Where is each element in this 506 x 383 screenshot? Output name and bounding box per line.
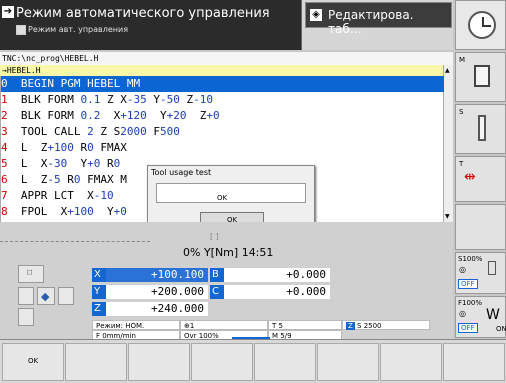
tool-change-icon: ⇹ xyxy=(464,169,476,185)
softkey-5[interactable] xyxy=(254,343,316,381)
x-axis-value: +100.100 xyxy=(106,268,208,282)
line-number: 3 xyxy=(1,125,8,138)
line-code: L Z+100 R0 FMAX xyxy=(20,141,127,154)
line-code: APPR LCT X-10 xyxy=(20,189,114,202)
b-axis-label: B xyxy=(210,268,224,282)
mode-subtitle: Режим авт. управления xyxy=(28,25,129,34)
m-label: M xyxy=(459,56,466,64)
spindle-override-panel[interactable]: S100% ◎ OFF xyxy=(455,252,506,294)
tool-axis-info: ⊕1 xyxy=(180,320,268,330)
edit-mode-arrow-icon: ◈ xyxy=(310,9,322,21)
c-axis-label: C xyxy=(210,285,224,299)
feed-wave-icon: W xyxy=(486,307,500,323)
tool-button[interactable]: T ⇹ xyxy=(455,156,506,202)
softkey-7[interactable] xyxy=(380,343,442,381)
spindle-off-label: OFF xyxy=(458,279,478,289)
line-number: 2 xyxy=(1,109,8,122)
m-function-button[interactable]: M xyxy=(455,52,506,102)
edit-mode-button[interactable]: ◈ Редактирова. таб… xyxy=(305,2,452,36)
x-axis-label: X xyxy=(92,268,106,282)
dialog-message-box: OK xyxy=(156,183,306,203)
mode-title: Режим автоматического управления xyxy=(16,6,270,21)
edit-mode-title: Редактирова. таб… xyxy=(328,8,414,36)
panel-button-4[interactable] xyxy=(18,308,34,326)
line-code: BEGIN PGM HEBEL MM xyxy=(20,77,141,90)
line-number: 8 xyxy=(1,205,8,218)
spindle-value: S 2500 xyxy=(357,322,382,330)
y-axis-label: Y xyxy=(92,285,106,299)
program-filename: →HEBEL.H xyxy=(0,65,443,76)
c-axis-value: +0.000 xyxy=(224,285,330,299)
s-label: S xyxy=(459,108,464,116)
softkey-label: OK xyxy=(27,357,39,365)
status-ruler xyxy=(0,238,150,242)
panel-button-1[interactable] xyxy=(18,287,34,305)
line-code: L Z-5 R0 FMAX M xyxy=(20,173,127,186)
tool-info: T 5 xyxy=(268,320,342,330)
clock-icon xyxy=(468,11,496,39)
spindle-button[interactable]: S xyxy=(455,104,506,154)
feed-on-label: ON xyxy=(496,325,506,333)
spindle-gauge-icon xyxy=(488,261,496,275)
program-line[interactable]: 2 BLK FORM 0.2 X+120 Y+20 Z+0 xyxy=(1,108,444,124)
panel-button-3[interactable] xyxy=(58,287,74,305)
z-axis-label: Z xyxy=(92,302,106,316)
mode-button-auto[interactable]: ➔ Режим автоматического управления Режим… xyxy=(0,0,302,50)
line-code: BLK FORM 0.2 X+120 Y+20 Z+0 xyxy=(20,109,220,122)
mode-info: Режим: НОМ. xyxy=(92,320,180,330)
softkey-3[interactable] xyxy=(128,343,190,381)
y-axis-value: +200.000 xyxy=(106,285,208,299)
line-number: 5 xyxy=(1,157,8,170)
line-code: FPOL X+100 Y+0 xyxy=(20,205,127,218)
panel-button-2[interactable]: ◆ xyxy=(37,287,55,305)
program-line[interactable]: 3 TOOL CALL 2 Z S2000 F500 xyxy=(1,124,444,140)
line-code: TOOL CALL 2 Z S2000 F500 xyxy=(20,125,180,138)
z-axis-value: +240.000 xyxy=(106,302,208,316)
b-axis-value: +0.000 xyxy=(224,268,330,282)
softkey-8[interactable] xyxy=(443,343,505,381)
softkey-2[interactable] xyxy=(65,343,127,381)
line-number: 4 xyxy=(1,141,8,154)
t-label: T xyxy=(459,160,464,168)
line-code: BLK FORM 0.1 Z X-35 Y-50 Z-10 xyxy=(20,93,213,106)
tool-axis-value: 1 xyxy=(189,322,195,330)
program-path: TNC:\nc_prog\HEBEL.H xyxy=(0,52,453,65)
softkey-4[interactable] xyxy=(191,343,253,381)
mode-arrow-icon: ➔ xyxy=(2,6,14,18)
spindle-icon: Z xyxy=(346,322,355,330)
dialog-title: Tool usage test xyxy=(151,168,212,177)
status-partial: [ ] xyxy=(210,232,219,241)
scroll-down-icon[interactable]: ▼ xyxy=(445,213,450,220)
feed-override-icon: ◎ xyxy=(459,309,466,318)
feed-override-panel[interactable]: F100% ◎ OFF W ON xyxy=(455,296,506,338)
line-number: 0 xyxy=(1,77,8,90)
side-button-blank[interactable] xyxy=(455,204,506,250)
program-line[interactable]: 1 BLK FORM 0.1 Z X-35 Y-50 Z-10 xyxy=(1,92,444,108)
reset-view-button[interactable]: ⌑ xyxy=(18,265,44,283)
clock-button[interactable] xyxy=(455,0,506,50)
program-line[interactable]: 4 L Z+100 R0 FMAX xyxy=(1,140,444,156)
program-scrollbar[interactable]: ▲ ▼ xyxy=(443,65,453,222)
line-number: 1 xyxy=(1,93,8,106)
spindle-tool-icon xyxy=(478,115,486,141)
dialog-message: OK xyxy=(217,194,228,202)
clock-hand-minute xyxy=(482,25,491,27)
spindle-override-label: S100% xyxy=(458,255,483,263)
status-line: 0% Y[Nm] 14:51 xyxy=(183,246,274,259)
softkey-1[interactable]: OK xyxy=(2,343,64,381)
feed-override-label: F100% xyxy=(458,299,483,307)
spindle-info: Z S 2500 xyxy=(342,320,430,330)
line-number: 7 xyxy=(1,189,8,202)
line-code: L X-30 Y+0 R0 xyxy=(20,157,121,170)
spindle-override-icon: ◎ xyxy=(459,265,466,274)
auto-mode-icon xyxy=(16,25,26,35)
softkey-6[interactable] xyxy=(317,343,379,381)
feed-off-label: OFF xyxy=(458,323,478,333)
scroll-up-icon[interactable]: ▲ xyxy=(445,67,450,74)
line-number: 6 xyxy=(1,173,8,186)
program-line[interactable]: 0 BEGIN PGM HEBEL MM xyxy=(1,76,444,92)
view-icon: ⌑ xyxy=(27,268,33,279)
workpiece-icon: ◆ xyxy=(41,290,50,303)
m-function-icon xyxy=(474,65,490,87)
